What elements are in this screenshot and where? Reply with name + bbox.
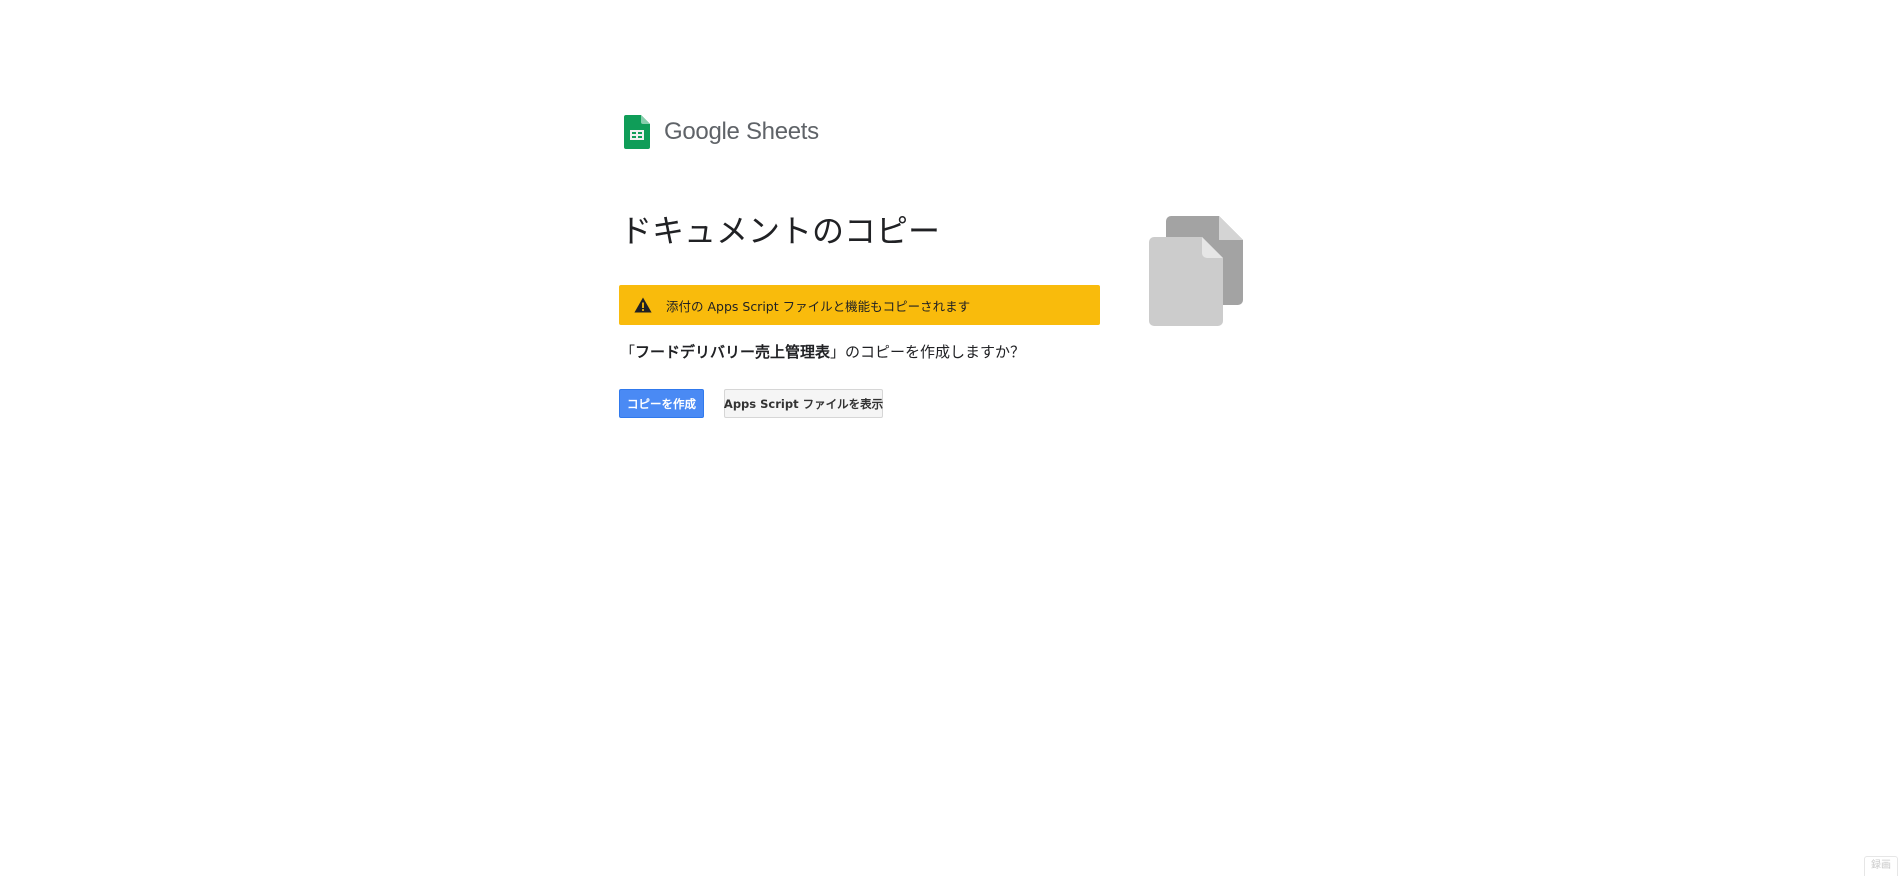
make-copy-button[interactable]: コピーを作成	[619, 389, 704, 418]
sheets-icon	[624, 115, 650, 149]
logo-text: Google Sheets	[664, 118, 819, 145]
copy-question: 「フードデリバリー売上管理表」のコピーを作成しますか？	[620, 340, 1025, 364]
warning-text: 添付の Apps Script ファイルと機能もコピーされます	[666, 298, 971, 314]
corner-badge[interactable]: 録画	[1864, 856, 1898, 876]
open-quote: 「	[620, 343, 636, 361]
copy-documents-icon	[1149, 216, 1243, 326]
page-title: ドキュメントのコピー	[620, 212, 941, 250]
google-sheets-logo: Google Sheets	[624, 114, 819, 150]
warning-banner: 添付の Apps Script ファイルと機能もコピーされます	[619, 285, 1100, 325]
question-rest: 」のコピーを作成しますか？	[830, 343, 1026, 361]
page: Google Sheets ドキュメントのコピー 添付の Apps Script…	[0, 0, 1902, 876]
view-apps-script-button[interactable]: Apps Script ファイルを表示	[724, 389, 883, 418]
warning-icon	[634, 297, 652, 313]
document-name: フードデリバリー売上管理表	[635, 343, 831, 361]
